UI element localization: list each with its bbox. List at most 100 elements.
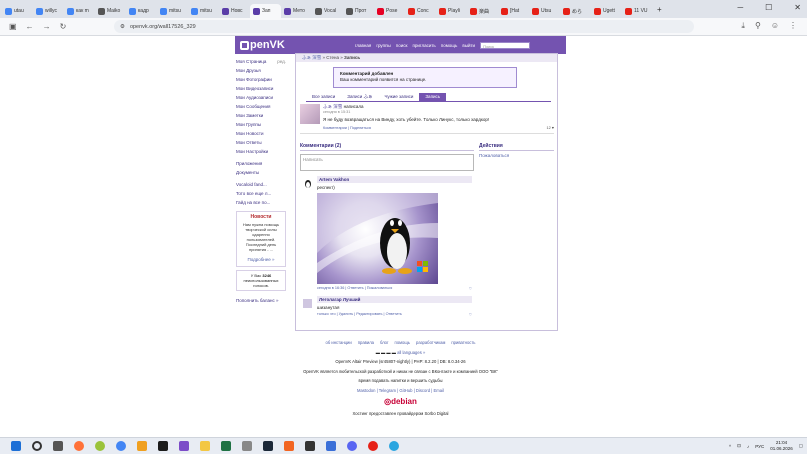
post-actions[interactable]: Комментарии | Поделиться bbox=[323, 126, 371, 130]
extensions-icon[interactable]: ⚲ bbox=[755, 21, 761, 31]
search-icon[interactable] bbox=[32, 441, 42, 451]
browser-tab[interactable]: кадр bbox=[126, 4, 157, 18]
comment-meta[interactable]: только что | Удалить | Редактировать | О… bbox=[317, 312, 402, 317]
sidebar-item[interactable]: Мои Аудиозаписи bbox=[236, 93, 286, 102]
app-icon[interactable] bbox=[284, 441, 294, 451]
maximize-icon[interactable]: ☐ bbox=[765, 3, 772, 12]
comment-author[interactable]: Леголагар Лучший bbox=[317, 296, 472, 303]
complain-link[interactable]: Пожаловаться bbox=[479, 153, 554, 158]
languages-link[interactable]: all languages » bbox=[397, 350, 425, 355]
post-likes[interactable]: 12 ♥ bbox=[546, 126, 554, 130]
sidebar-item[interactable]: Мои Ответы bbox=[236, 138, 286, 147]
avatar[interactable] bbox=[303, 299, 312, 308]
sidebar-item[interactable]: Моя Страница ред. bbox=[236, 57, 286, 66]
social-links[interactable]: Mastodon | Telegram | GitHub | Discord |… bbox=[235, 386, 566, 396]
browser-tab[interactable]: Playli bbox=[436, 4, 467, 18]
browser-tab[interactable]: 楽曲 bbox=[467, 4, 498, 18]
header-nav-4[interactable]: помощь bbox=[441, 43, 458, 48]
header-nav-5[interactable]: выйти bbox=[462, 43, 475, 48]
sidebar-item[interactable]: Мои Друзья bbox=[236, 66, 286, 75]
browser-tab[interactable]: Новс bbox=[219, 4, 250, 18]
flag-icons[interactable]: ▬ ▬ ▬ ▬ bbox=[376, 350, 396, 355]
avatar[interactable] bbox=[303, 179, 313, 189]
footer-link[interactable]: приватность bbox=[451, 340, 475, 345]
footer-link[interactable]: об инстанции bbox=[325, 340, 351, 345]
app-icon[interactable] bbox=[305, 441, 315, 451]
sidebar-item[interactable]: Документы bbox=[236, 168, 286, 177]
search-input[interactable]: Поиск bbox=[480, 41, 531, 49]
app-icon[interactable] bbox=[158, 441, 168, 451]
wall-tab[interactable]: Чужие записи bbox=[378, 93, 419, 101]
wall-tab[interactable]: Все записи bbox=[306, 93, 341, 101]
sidebar-item[interactable]: Мои Сообщения bbox=[236, 102, 286, 111]
app-icon[interactable] bbox=[242, 441, 252, 451]
browser-tab[interactable]: Utsu bbox=[529, 4, 560, 18]
news-more-link[interactable]: Подробнее » bbox=[239, 255, 283, 264]
footer-link[interactable]: блог bbox=[380, 340, 389, 345]
windows-start-icon[interactable] bbox=[11, 441, 21, 451]
header-nav-3[interactable]: пригласить bbox=[412, 43, 435, 48]
browser-tab[interactable]: Мето bbox=[281, 4, 312, 18]
wall-tab[interactable]: Записи ふぁ bbox=[341, 93, 378, 101]
browser-tab[interactable]: Зап bbox=[250, 4, 281, 18]
minimize-icon[interactable]: ─ bbox=[737, 3, 743, 12]
notification-icon[interactable]: ▢ bbox=[799, 443, 803, 449]
close-icon[interactable]: ✕ bbox=[794, 3, 801, 12]
browser-tab[interactable]: めら bbox=[560, 4, 591, 18]
back-icon[interactable]: ← bbox=[26, 22, 34, 31]
comment-author[interactable]: Artem Vakhon bbox=[317, 176, 472, 183]
discord-icon[interactable] bbox=[347, 441, 357, 451]
chevron-up-icon[interactable]: ^ bbox=[729, 444, 731, 449]
clock[interactable]: 21:04 01.06.2026 bbox=[770, 440, 793, 452]
menu-icon[interactable]: ⋮ bbox=[789, 21, 797, 31]
profile-icon[interactable]: ☺ bbox=[771, 21, 779, 31]
site-info-icon[interactable]: ⚙ bbox=[120, 24, 125, 30]
sidebar-item-app[interactable]: Тото все еще л... bbox=[236, 189, 286, 198]
post-author[interactable]: ふぁ 深雪 bbox=[323, 104, 342, 109]
task-view-icon[interactable] bbox=[53, 441, 63, 451]
browser-tab[interactable]: mitsu bbox=[188, 4, 219, 18]
sidebar-toggle-icon[interactable]: ▣ bbox=[9, 22, 17, 31]
browser-tab[interactable]: Ugett bbox=[591, 4, 622, 18]
browser-tab[interactable]: Conc bbox=[405, 4, 436, 18]
balance-link[interactable]: Пополнить баланс » bbox=[236, 296, 286, 305]
app-icon[interactable] bbox=[179, 441, 189, 451]
sidebar-item[interactable]: Мои Новости bbox=[236, 129, 286, 138]
comment-meta[interactable]: сегодня в 16:36 | Ответить | Пожаловатьс… bbox=[317, 286, 392, 291]
network-icon[interactable]: ⊡ bbox=[737, 443, 741, 449]
browser-tab[interactable]: Vocal bbox=[312, 4, 343, 18]
app-icon[interactable] bbox=[389, 441, 399, 451]
footer-link[interactable]: помощь bbox=[395, 340, 410, 345]
browser-tab[interactable]: 11 VU bbox=[622, 4, 653, 18]
forward-icon[interactable]: → bbox=[43, 22, 51, 31]
volume-icon[interactable]: ♪ bbox=[747, 444, 749, 449]
sidebar-item[interactable]: Мои Заметки bbox=[236, 111, 286, 120]
browser-tab[interactable]: mitsu bbox=[157, 4, 188, 18]
app-icon[interactable] bbox=[137, 441, 147, 451]
browser-tab[interactable]: utau bbox=[2, 4, 33, 18]
edit-link[interactable]: ред. bbox=[277, 57, 286, 66]
footer-link[interactable]: правила bbox=[358, 340, 374, 345]
sidebar-item-app[interactable]: Гайд на все по... bbox=[236, 198, 286, 207]
download-icon[interactable]: ⤓ bbox=[741, 21, 745, 31]
sidebar-item[interactable]: Мои Фотографии bbox=[236, 75, 286, 84]
sidebar-item[interactable]: Мои Группы bbox=[236, 120, 286, 129]
sidebar-item[interactable]: Мои Видеозаписи bbox=[236, 84, 286, 93]
file-explorer-icon[interactable] bbox=[200, 441, 210, 451]
browser-tab[interactable]: Pose bbox=[374, 4, 405, 18]
header-nav-1[interactable]: группы bbox=[376, 43, 390, 48]
app-icon[interactable] bbox=[368, 441, 378, 451]
footer-link[interactable]: разработчикам bbox=[416, 340, 445, 345]
excel-icon[interactable] bbox=[221, 441, 231, 451]
app-icon[interactable] bbox=[326, 441, 336, 451]
chrome-icon[interactable] bbox=[116, 441, 126, 451]
header-nav-2[interactable]: поиск bbox=[396, 43, 408, 48]
sidebar-item[interactable]: Мои Настройки bbox=[236, 147, 286, 156]
tux-penguin-image[interactable] bbox=[317, 193, 438, 284]
header-nav-0[interactable]: главная bbox=[355, 43, 372, 48]
browser-tab[interactable]: Прот bbox=[343, 4, 374, 18]
reload-icon[interactable]: ↻ bbox=[60, 22, 67, 31]
sidebar-item[interactable]: Приложения bbox=[236, 159, 286, 168]
url-input[interactable]: ⚙ openvk.org/wall17526_329 bbox=[114, 20, 694, 33]
wall-tab[interactable]: Запись bbox=[419, 93, 447, 101]
